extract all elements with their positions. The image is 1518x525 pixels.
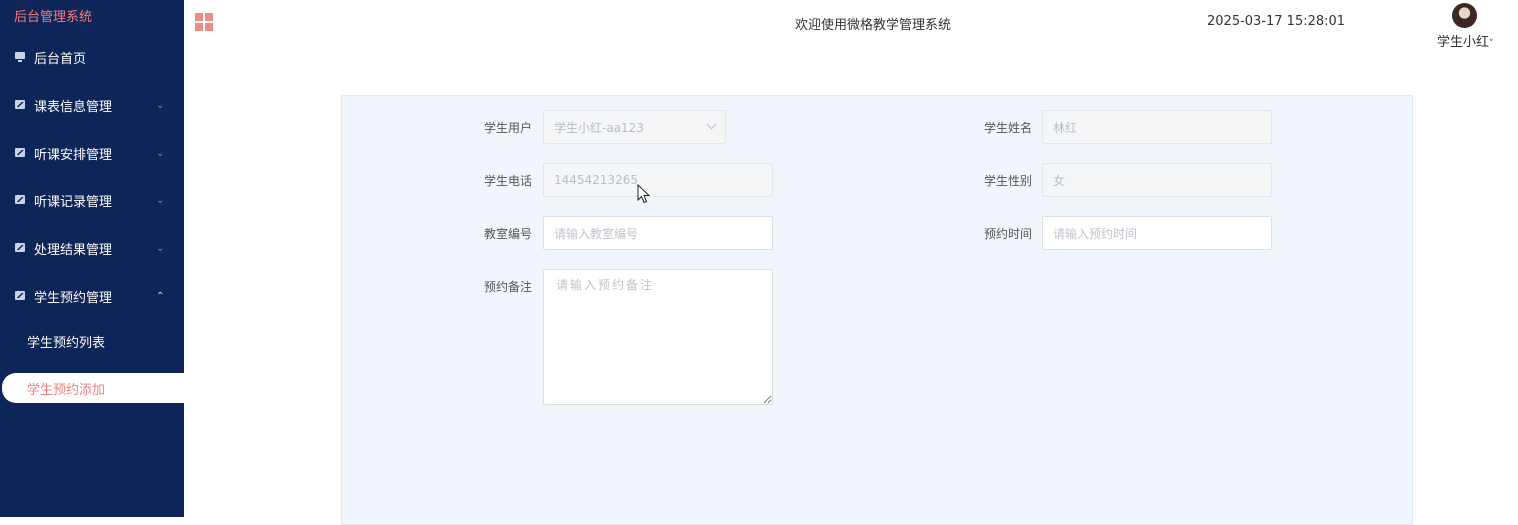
chart-icon [15,291,25,300]
sidebar-item-reservation[interactable]: 学生预约管理 ⌃ [0,272,184,320]
welcome-text: 欢迎使用微格教学管理系统 [795,18,952,33]
datetime-text: 2025-03-17 15:28:01 [1207,14,1346,29]
chevron-down-icon [706,119,717,130]
submenu-reservation-list[interactable]: 学生预约列表 [27,332,105,351]
classroom-placeholder: 请输入教室编号 [554,226,639,241]
remark-textarea[interactable] [543,269,773,405]
chevron-down-icon: ⌄ [156,147,165,159]
chart-icon [15,100,25,109]
classroom-label: 教室编号 [484,227,533,241]
student-user-select[interactable]: 学生小红-aa123 [543,110,726,144]
student-gender-label: 学生性别 [984,174,1033,188]
chevron-down-icon: ⌄ [156,194,165,206]
chevron-down-icon: ⌄ [156,242,165,254]
mouse-cursor-icon [637,184,651,204]
student-gender-value: 女 [1053,173,1066,188]
student-phone-value: 14454213265 [554,173,638,187]
sidebar-item-label: 处理结果管理 [34,242,113,258]
chevron-up-icon: ⌃ [156,290,165,302]
remark-label: 预约备注 [484,280,533,294]
chart-icon [15,148,25,157]
student-user-value: 学生小红-aa123 [554,120,644,135]
sidebar-item-schedule[interactable]: 课表信息管理 ⌄ [0,81,184,129]
submenu-reservation-add[interactable]: 学生预约添加 [2,373,184,403]
student-user-label: 学生用户 [484,121,533,135]
chevron-down-icon: ˅ [1489,39,1494,49]
reservation-time-input[interactable]: 请输入预约时间 [1042,216,1272,250]
sidebar-item-label: 听课记录管理 [34,194,113,210]
chevron-down-icon: ⌄ [156,99,165,111]
student-gender-field[interactable]: 女 [1042,163,1272,197]
sidebar-item-label: 课表信息管理 [34,99,113,115]
reservation-time-label: 预约时间 [984,227,1033,241]
chart-icon [15,243,25,252]
username-label: 学生小红 [1437,35,1490,50]
brand-title: 后台管理系统 [14,10,93,25]
sidebar-item-result[interactable]: 处理结果管理 ⌄ [0,224,184,272]
classroom-input[interactable]: 请输入教室编号 [543,216,773,250]
submenu-reservation-add-label: 学生预约添加 [27,383,106,398]
sidebar-item-lecture-arrangement[interactable]: 听课安排管理 ⌄ [0,129,184,177]
form-panel [341,95,1413,525]
student-name-value: 林红 [1053,120,1078,135]
sidebar: 后台管理系统 后台首页 课表信息管理 ⌄ 听课安排管理 ⌄ 听课记录管理 ⌄ 处… [0,0,184,517]
sidebar-item-home[interactable]: 后台首页 [0,33,184,81]
chart-icon [15,195,25,204]
student-phone-field[interactable]: 14454213265 [543,163,773,197]
student-phone-label: 学生电话 [484,174,533,188]
sidebar-item-label: 听课安排管理 [34,147,113,163]
avatar[interactable] [1452,3,1477,28]
reservation-time-placeholder: 请输入预约时间 [1053,226,1138,241]
student-name-label: 学生姓名 [984,121,1033,135]
sidebar-item-label: 后台首页 [34,51,87,67]
sidebar-item-lecture-record[interactable]: 听课记录管理 ⌄ [0,176,184,224]
student-name-field[interactable]: 林红 [1042,110,1272,144]
monitor-icon [15,52,25,62]
grid-menu-icon[interactable] [195,13,213,31]
sidebar-item-label: 学生预约管理 [34,290,113,306]
user-menu[interactable]: 学生小红˅ [1437,31,1494,50]
